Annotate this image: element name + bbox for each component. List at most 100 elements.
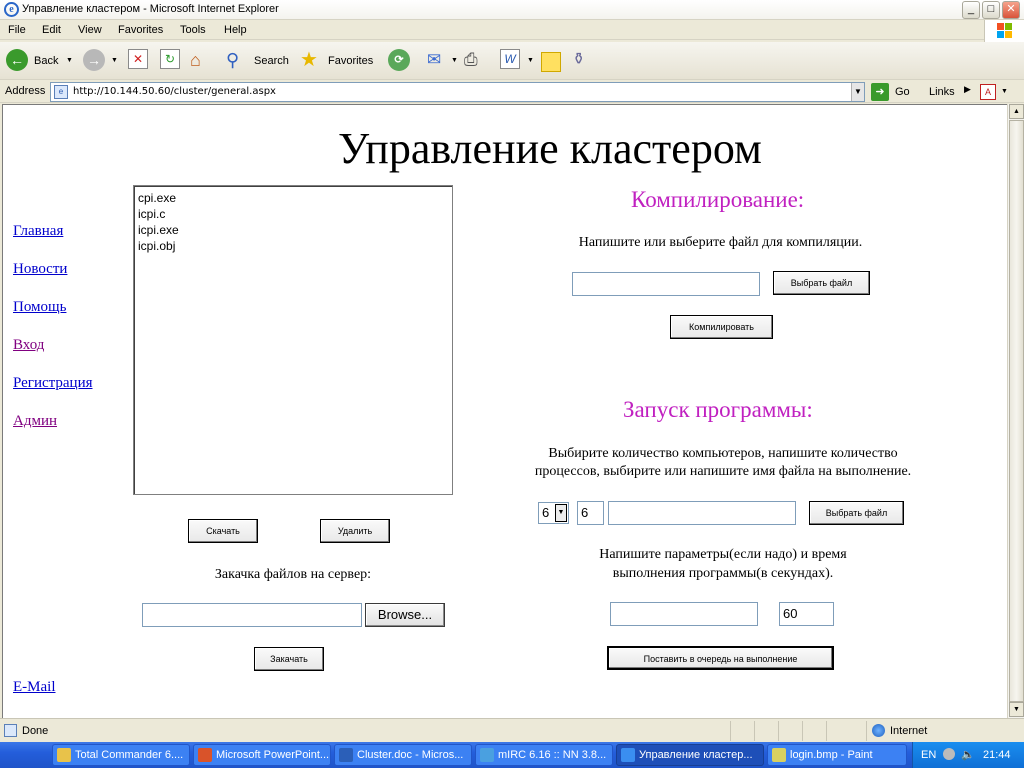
minimize-button[interactable]: _ [962, 1, 980, 19]
window-title: Управление кластером - Microsoft Interne… [22, 3, 279, 15]
address-dropdown-icon[interactable]: ▼ [851, 83, 864, 101]
vertical-scrollbar[interactable]: ▲ ▼ [1007, 104, 1024, 718]
delete-button[interactable]: Удалить [320, 519, 390, 543]
search-icon[interactable]: ⚲ [226, 49, 248, 73]
mail-dropdown-icon[interactable]: ▼ [451, 57, 458, 64]
file-list-item[interactable]: icpi.c [138, 206, 448, 222]
time-input[interactable]: 60 [779, 602, 834, 626]
menu-bar: File Edit View Favorites Tools Help [0, 20, 1024, 40]
email-link[interactable]: E-Mail [13, 679, 56, 696]
page-icon: e [54, 85, 68, 99]
browse-button[interactable]: Browse... [365, 603, 445, 627]
system-tray: EN 🔈 21:44 [912, 742, 1024, 768]
title-bar: e Управление кластером - Microsoft Inter… [0, 0, 1024, 20]
chevron-down-icon[interactable]: ▼ [555, 504, 567, 522]
taskbar-item-ie[interactable]: Управление кластер... [616, 744, 764, 766]
taskbar-item-paint[interactable]: login.bmp - Paint [767, 744, 907, 766]
language-indicator[interactable]: EN [921, 749, 936, 761]
file-list[interactable]: cpi.exe icpi.c icpi.exe icpi.obj [133, 185, 453, 495]
file-list-item[interactable]: icpi.obj [138, 238, 448, 254]
mail-icon[interactable]: ✉ [427, 49, 449, 73]
scroll-down-icon[interactable]: ▼ [1009, 702, 1024, 717]
maximize-button[interactable]: □ [982, 1, 1000, 19]
menu-file[interactable]: File [8, 24, 26, 36]
search-label[interactable]: Search [254, 55, 289, 67]
edit-word-icon[interactable]: W [500, 49, 520, 69]
processes-input[interactable]: 6 [577, 501, 604, 525]
upload-button[interactable]: Закачать [254, 647, 324, 671]
file-list-item[interactable]: cpi.exe [138, 190, 448, 206]
back-dropdown-icon[interactable]: ▼ [66, 57, 73, 64]
computers-select[interactable]: 6 ▼ [538, 502, 569, 524]
ie-taskbar-icon [621, 748, 635, 762]
note-icon[interactable] [541, 52, 561, 72]
back-icon[interactable]: ← [6, 49, 28, 71]
forward-icon[interactable]: → [83, 49, 105, 71]
params-input[interactable] [610, 602, 758, 626]
pdf-dropdown-icon[interactable]: ▼ [1001, 88, 1008, 95]
compile-heading: Компилирование: [631, 187, 805, 212]
clock: 21:44 [983, 749, 1011, 761]
back-label[interactable]: Back [34, 55, 58, 67]
speaker-icon[interactable]: 🔈 [961, 748, 975, 761]
taskbar-item-word[interactable]: Cluster.doc - Micros... [334, 744, 472, 766]
computers-select-value: 6 [542, 505, 550, 520]
scroll-thumb[interactable] [1009, 120, 1024, 702]
run-file-input[interactable] [608, 501, 796, 525]
total-commander-icon [57, 748, 71, 762]
address-url[interactable]: http://10.144.50.60/cluster/general.aspx [73, 86, 276, 97]
ie-icon: e [4, 2, 19, 17]
menu-favorites[interactable]: Favorites [118, 24, 163, 36]
nav-link-help[interactable]: Помощь [13, 299, 66, 316]
stop-icon[interactable]: ✕ [128, 49, 148, 69]
taskbar-item-mirc[interactable]: mIRC 6.16 :: NN 3.8... [475, 744, 613, 766]
menu-edit[interactable]: Edit [42, 24, 61, 36]
pdf-icon[interactable]: A [980, 84, 996, 100]
status-page-icon [4, 724, 17, 737]
history-icon[interactable]: ⟳ [388, 49, 410, 71]
upload-file-input[interactable] [142, 603, 362, 627]
nav-link-login[interactable]: Вход [13, 337, 44, 354]
close-button[interactable]: ✕ [1002, 1, 1020, 19]
compile-file-input[interactable] [572, 272, 760, 296]
queue-button[interactable]: Поставить в очередь на выполнение [607, 646, 834, 670]
taskbar: Total Commander 6.... Microsoft PowerPoi… [0, 742, 1024, 768]
nav-link-register[interactable]: Регистрация [13, 375, 93, 392]
menu-view[interactable]: View [78, 24, 102, 36]
menu-tools[interactable]: Tools [180, 24, 206, 36]
file-list-item[interactable]: icpi.exe [138, 222, 448, 238]
toolbar: ← Back ▼ → ▼ ✕ ↻ ⌂ ⚲ Search ★ Favorites … [0, 42, 1024, 80]
mirc-icon [480, 748, 494, 762]
favorites-star-icon[interactable]: ★ [300, 49, 324, 73]
research-icon[interactable]: ⚱ [572, 49, 594, 73]
internet-zone-icon [872, 724, 885, 737]
nav-link-news[interactable]: Новости [13, 261, 67, 278]
nav-link-admin[interactable]: Админ [13, 413, 57, 430]
links-button[interactable]: Links [929, 86, 955, 98]
taskbar-item-total-commander[interactable]: Total Commander 6.... [52, 744, 190, 766]
taskbar-item-powerpoint[interactable]: Microsoft PowerPoint... [193, 744, 331, 766]
scroll-up-icon[interactable]: ▲ [1009, 104, 1024, 119]
go-button[interactable]: Go [895, 86, 910, 98]
run-instruction-line2: процессов, выбирите или напишите имя фай… [534, 464, 912, 479]
links-chevron-icon[interactable]: ▶ [964, 84, 971, 95]
edit-dropdown-icon[interactable]: ▼ [527, 57, 534, 64]
run-choose-file-button[interactable]: Выбрать файл [809, 501, 904, 525]
word-icon [339, 748, 353, 762]
compile-instruction: Напишите или выберите файл для компиляци… [578, 235, 863, 250]
compile-choose-file-button[interactable]: Выбрать файл [773, 271, 870, 295]
go-arrow-icon[interactable]: ➜ [871, 83, 889, 101]
forward-dropdown-icon[interactable]: ▼ [111, 57, 118, 64]
refresh-icon[interactable]: ↻ [160, 49, 180, 69]
status-bar: Done Internet [0, 718, 1024, 742]
nav-link-home[interactable]: Главная [13, 223, 63, 240]
menu-help[interactable]: Help [224, 24, 247, 36]
tray-icon[interactable] [943, 748, 955, 760]
address-input[interactable]: e http://10.144.50.60/cluster/general.as… [50, 82, 865, 102]
compile-button[interactable]: Компилировать [670, 315, 773, 339]
favorites-label[interactable]: Favorites [328, 55, 373, 67]
download-button[interactable]: Скачать [188, 519, 258, 543]
print-icon[interactable]: ⎙ [464, 49, 486, 73]
powerpoint-icon [198, 748, 212, 762]
home-icon[interactable]: ⌂ [190, 49, 212, 73]
